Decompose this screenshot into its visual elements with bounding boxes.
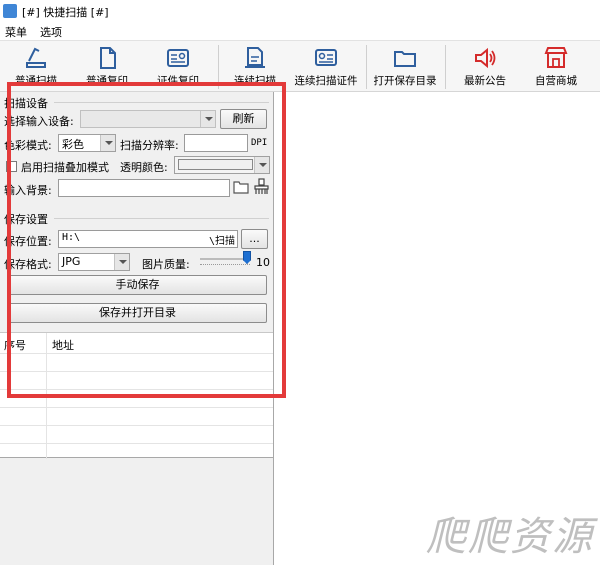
scanner-icon <box>26 47 46 68</box>
open-folder-icon[interactable] <box>233 179 250 198</box>
group-divider <box>54 218 269 219</box>
toolbar-normal-copy-button[interactable]: 普通复印 <box>77 43 137 91</box>
refresh-button[interactable]: 刷新 <box>220 109 267 129</box>
toolbar-store-label: 自营商城 <box>535 75 577 87</box>
app-icon <box>3 4 17 18</box>
scan-settings-title: 扫描设备 <box>4 97 48 110</box>
manual-save-button[interactable]: 手动保存 <box>8 275 267 295</box>
toolbar-separator <box>366 45 367 89</box>
save-path-value: H:\ <box>62 232 81 243</box>
store-icon <box>544 47 568 68</box>
device-select[interactable] <box>80 110 216 128</box>
continuous-scan-icon <box>245 47 265 68</box>
column-header-index[interactable]: 序号 <box>4 337 26 353</box>
row-divider <box>0 353 273 354</box>
color-mode-label: 色彩模式: <box>4 139 52 152</box>
menu-item-options[interactable]: 选项 <box>40 24 62 40</box>
row-divider <box>0 389 273 390</box>
group-divider <box>54 102 269 103</box>
document-icon <box>100 47 116 69</box>
toolbar-open-folder-label: 打开保存目录 <box>373 75 437 87</box>
toolbar-id-copy-button[interactable]: 证件复印 <box>148 43 208 91</box>
id-card-icon <box>167 49 189 67</box>
device-label: 选择输入设备: <box>4 115 74 128</box>
chevron-down-icon <box>254 157 269 173</box>
quality-slider-ticks <box>200 264 250 268</box>
row-divider <box>0 371 273 372</box>
chevron-down-icon <box>100 135 115 151</box>
row-divider <box>0 443 273 444</box>
column-divider <box>46 333 47 459</box>
settings-panel: 扫描设备 选择输入设备: 刷新 色彩模式: 彩色 扫描分辨率: DPI 启用扫描… <box>0 92 274 565</box>
background-label: 输入背景: <box>4 184 52 197</box>
toolbar-separator <box>218 45 219 89</box>
toolbar: 普通扫描 普通复印 证件复印 连续扫描 连续扫描证件 打开保存目录 最新公告 自… <box>0 40 600 92</box>
quality-slider-track[interactable] <box>200 258 250 260</box>
transparent-color-select[interactable] <box>174 156 270 174</box>
chevron-down-icon <box>114 254 129 270</box>
speaker-icon <box>475 47 496 69</box>
toolbar-store-button[interactable]: 自营商城 <box>526 43 586 91</box>
row-divider <box>0 407 273 408</box>
toolbar-separator <box>445 45 446 89</box>
background-input[interactable] <box>58 179 230 197</box>
toolbar-announcement-button[interactable]: 最新公告 <box>455 43 515 91</box>
toolbar-normal-copy-label: 普通复印 <box>86 75 128 87</box>
transparent-color-label: 透明颜色: <box>120 161 168 174</box>
dpi-unit: DPI <box>251 138 268 148</box>
toolbar-normal-scan-label: 普通扫描 <box>15 75 57 87</box>
row-divider <box>0 425 273 426</box>
quality-label: 图片质量: <box>142 258 190 271</box>
file-list-table: 序号 地址 <box>0 332 273 459</box>
quality-value: 10 <box>256 256 270 269</box>
folder-icon <box>394 51 416 67</box>
save-format-select[interactable]: JPG <box>58 253 130 271</box>
menu-bar: 菜单 选项 <box>0 22 600 40</box>
toolbar-id-copy-label: 证件复印 <box>157 75 199 87</box>
browse-button[interactable]: ... <box>241 229 268 249</box>
overlay-mode-label: 启用扫描叠加模式 <box>21 161 109 174</box>
window-title: [#] 快捷扫描 [#] <box>22 6 109 19</box>
menu-item-menu[interactable]: 菜单 <box>5 24 27 40</box>
save-path-input[interactable]: H:\ \扫描 <box>58 230 238 248</box>
clear-brush-icon[interactable] <box>253 178 270 198</box>
save-format-label: 保存格式: <box>4 258 52 271</box>
save-and-open-button[interactable]: 保存并打开目录 <box>8 303 267 323</box>
column-header-address[interactable]: 地址 <box>52 337 74 353</box>
toolbar-open-folder-button[interactable]: 打开保存目录 <box>370 43 440 91</box>
save-path-label: 保存位置: <box>4 235 52 248</box>
resolution-label: 扫描分辨率: <box>120 139 179 152</box>
watermark: 爬爬资源 <box>426 514 594 560</box>
save-path-suffix: \扫描 <box>208 236 235 247</box>
resolution-input[interactable] <box>184 134 248 152</box>
title-bar: [#] 快捷扫描 [#] <box>0 0 600 22</box>
color-swatch <box>178 159 253 170</box>
color-mode-value: 彩色 <box>62 138 84 151</box>
chevron-down-icon <box>200 111 215 127</box>
save-settings-title: 保存设置 <box>4 213 48 226</box>
toolbar-continuous-scan-label: 连续扫描 <box>234 75 276 87</box>
toolbar-continuous-id-scan-label: 连续扫描证件 <box>294 75 358 87</box>
save-format-value: JPG <box>62 255 81 268</box>
toolbar-normal-scan-button[interactable]: 普通扫描 <box>6 43 66 91</box>
overlay-mode-checkbox[interactable] <box>6 161 17 172</box>
quality-slider-thumb[interactable] <box>243 251 251 264</box>
toolbar-continuous-id-scan-button[interactable]: 连续扫描证件 <box>291 43 361 91</box>
toolbar-continuous-scan-button[interactable]: 连续扫描 <box>225 43 285 91</box>
id-card-scan-icon <box>315 49 337 66</box>
toolbar-announcement-label: 最新公告 <box>464 75 506 87</box>
color-mode-select[interactable]: 彩色 <box>58 134 116 152</box>
